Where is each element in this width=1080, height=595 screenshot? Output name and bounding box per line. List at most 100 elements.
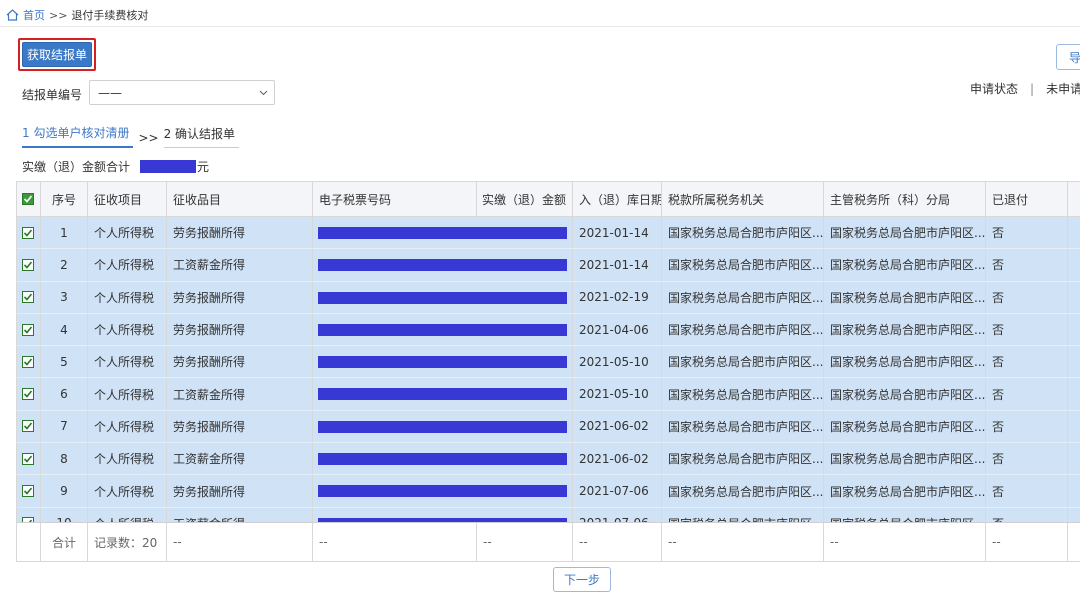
cell-ticket: [313, 314, 477, 345]
breadcrumb: 首页 >> 退付手续费核对: [6, 6, 148, 24]
breadcrumb-home-link[interactable]: 首页: [23, 7, 45, 23]
redacted-value: [477, 356, 567, 369]
cell-spacer: [1068, 443, 1080, 474]
statement-number-select[interactable]: ——: [89, 80, 275, 105]
row-select-cell[interactable]: [17, 410, 41, 443]
select-all-cell[interactable]: [17, 182, 41, 216]
cell-date: 2021-02-19: [573, 281, 662, 313]
footer-empty-branch: --: [824, 523, 986, 561]
export-button[interactable]: 导: [1056, 44, 1080, 70]
cell-ticket: [313, 249, 477, 280]
cell-amount: [477, 443, 573, 475]
checkbox-checked-icon: [23, 326, 33, 334]
cell-authority: 国家税务总局合肥市庐阳区...: [662, 249, 824, 281]
redacted-value: [318, 259, 477, 272]
cell-no: 9: [41, 475, 88, 507]
table-row[interactable]: 8 个人所得税 工资薪金所得 2021-06-02 国家税务总局合肥市庐阳区... 国家税…: [17, 443, 1080, 476]
checkbox-checked-icon: [23, 261, 33, 269]
table-row[interactable]: 2 个人所得税 工资薪金所得 2021-01-14 国家税务总局合肥市庐阳区... 国家税…: [17, 249, 1080, 282]
table-body: 1 个人所得税 劳务报酬所得 2021-01-14 国家税务总局合肥市庐阳区... 国家税…: [17, 217, 1080, 524]
redacted-value: [477, 388, 567, 401]
row-select-cell[interactable]: [17, 475, 41, 507]
cell-item: 个人所得税: [88, 217, 167, 249]
row-checkbox[interactable]: [22, 388, 34, 401]
cell-authority: 国家税务总局合肥市庐阳区...: [662, 313, 824, 346]
table-row[interactable]: 6 个人所得税 工资薪金所得 2021-05-10 国家税务总局合肥市庐阳区... 国家税…: [17, 378, 1080, 411]
footer-empty-amount: --: [477, 523, 573, 561]
cell-date: 2021-01-14: [573, 249, 662, 281]
table-row[interactable]: 1 个人所得税 劳务报酬所得 2021-01-14 国家税务总局合肥市庐阳区... 国家税…: [17, 217, 1080, 250]
row-select-cell[interactable]: [17, 346, 41, 378]
table-header: 序号 征收项目 征收品目 电子税票号码 实缴（退）金额 入（退）库日期 税款所属…: [17, 182, 1080, 217]
cell-date: 2021-05-10: [573, 378, 662, 410]
next-step-button[interactable]: 下一步: [553, 567, 611, 592]
total-label: 实缴（退）金额合计: [22, 160, 131, 174]
cell-category: 劳务报酬所得: [167, 281, 313, 313]
cell-item: 个人所得税: [88, 410, 167, 443]
cell-refunded: 否: [986, 410, 1068, 443]
row-select-cell[interactable]: [17, 217, 41, 249]
cell-branch: 国家税务总局合肥市庐阳区...: [824, 346, 986, 378]
cell-spacer: [1068, 378, 1080, 409]
row-select-cell[interactable]: [17, 313, 41, 346]
home-icon[interactable]: [6, 9, 19, 21]
row-checkbox[interactable]: [22, 323, 34, 336]
redacted-value: [318, 291, 477, 304]
cell-no: 2: [41, 249, 88, 281]
cell-branch: 国家税务总局合肥市庐阳区...: [824, 443, 986, 475]
row-checkbox[interactable]: [22, 452, 34, 465]
table-row[interactable]: 3 个人所得税 劳务报酬所得 2021-02-19 国家税务总局合肥市庐阳区... 国家税…: [17, 281, 1080, 314]
row-select-cell[interactable]: [17, 378, 41, 410]
redacted-value: [318, 388, 477, 401]
cell-item: 个人所得税: [88, 378, 167, 410]
row-checkbox[interactable]: [22, 258, 34, 271]
row-checkbox[interactable]: [22, 485, 34, 498]
row-checkbox[interactable]: [22, 226, 34, 239]
redacted-value: [477, 485, 567, 498]
redacted-value: [318, 485, 477, 498]
redacted-value: [477, 453, 567, 466]
table-row[interactable]: 5 个人所得税 劳务报酬所得 2021-05-10 国家税务总局合肥市庐阳区... 国家税…: [17, 346, 1080, 379]
redacted-total-value: [140, 160, 197, 173]
cell-spacer: [1068, 346, 1080, 377]
cell-amount: [477, 410, 573, 443]
table-row[interactable]: 7 个人所得税 劳务报酬所得 2021-06-02 国家税务总局合肥市庐阳区... 国家税…: [17, 410, 1080, 444]
row-checkbox[interactable]: [22, 291, 34, 304]
breadcrumb-separator: >>: [49, 8, 68, 22]
column-header-date: 入（退）库日期: [573, 182, 662, 216]
total-unit: 元: [197, 160, 210, 174]
footer-empty-date: --: [573, 523, 662, 561]
cell-branch: 国家税务总局合肥市庐阳区...: [824, 475, 986, 507]
table-row[interactable]: 9 个人所得税 劳务报酬所得 2021-07-06 国家税务总局合肥市庐阳区... 国家税…: [17, 475, 1080, 508]
cell-category: 劳务报酬所得: [167, 217, 313, 249]
tab-step-2[interactable]: 2 确认结报单: [163, 125, 240, 148]
cell-item: 个人所得税: [88, 475, 167, 507]
cell-no: 1: [41, 217, 88, 249]
cell-branch: 国家税务总局合肥市庐阳区...: [824, 313, 986, 346]
cell-amount: [477, 346, 573, 378]
cell-ticket: [313, 475, 477, 506]
highlight-frame: 获取结报单: [18, 38, 96, 71]
cell-refunded: 否: [986, 475, 1068, 507]
row-checkbox[interactable]: [22, 420, 34, 433]
row-select-cell[interactable]: [17, 249, 41, 281]
select-all-checkbox[interactable]: [22, 193, 34, 205]
cell-amount: [477, 249, 573, 281]
cell-date: 2021-06-02: [573, 443, 662, 475]
tab-step-1[interactable]: 1 勾选单户核对清册: [22, 124, 134, 148]
fetch-statement-button[interactable]: 获取结报单: [22, 42, 92, 67]
footer-spacer: [1068, 523, 1080, 561]
table-row[interactable]: 4 个人所得税 劳务报酬所得 2021-04-06 国家税务总局合肥市庐阳区... 国家税…: [17, 313, 1080, 347]
cell-spacer: [1068, 475, 1080, 506]
row-select-cell[interactable]: [17, 443, 41, 475]
cell-item: 个人所得税: [88, 281, 167, 313]
cell-authority: 国家税务总局合肥市庐阳区...: [662, 346, 824, 378]
cell-authority: 国家税务总局合肥市庐阳区...: [662, 281, 824, 313]
cell-authority: 国家税务总局合肥市庐阳区...: [662, 378, 824, 410]
row-select-cell[interactable]: [17, 281, 41, 313]
redacted-value: [318, 227, 477, 239]
row-checkbox[interactable]: [22, 355, 34, 368]
cell-amount: [477, 281, 573, 313]
statement-number-value: ——: [98, 85, 122, 100]
checkbox-checked-icon: [23, 455, 33, 463]
